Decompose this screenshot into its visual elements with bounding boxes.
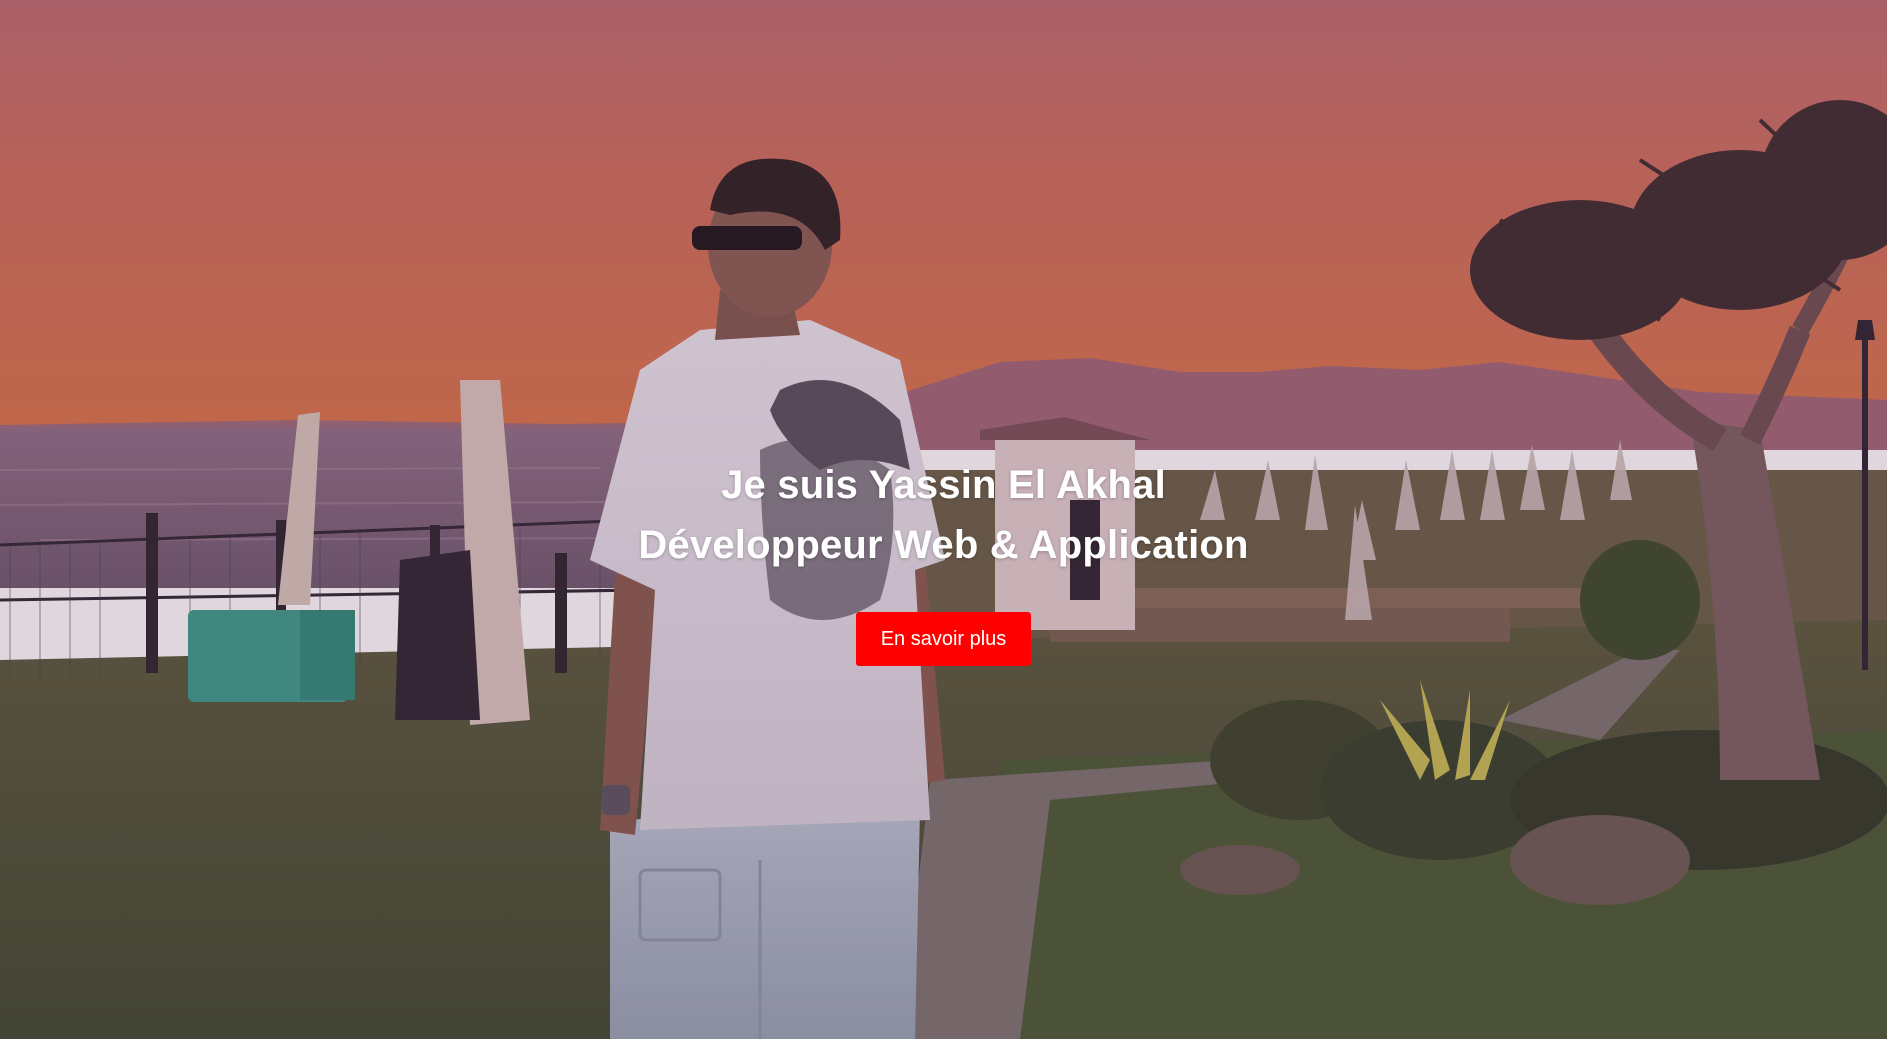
hero-title-line-1: Je suis Yassin El Akhal — [721, 463, 1166, 507]
hero-section: Je suis Yassin El Akhal Développeur Web … — [0, 0, 1887, 1039]
learn-more-button[interactable]: En savoir plus — [855, 612, 1032, 666]
hero-title-line-2: Développeur Web & Application — [638, 523, 1249, 567]
hero-content: Je suis Yassin El Akhal Développeur Web … — [0, 455, 1887, 666]
